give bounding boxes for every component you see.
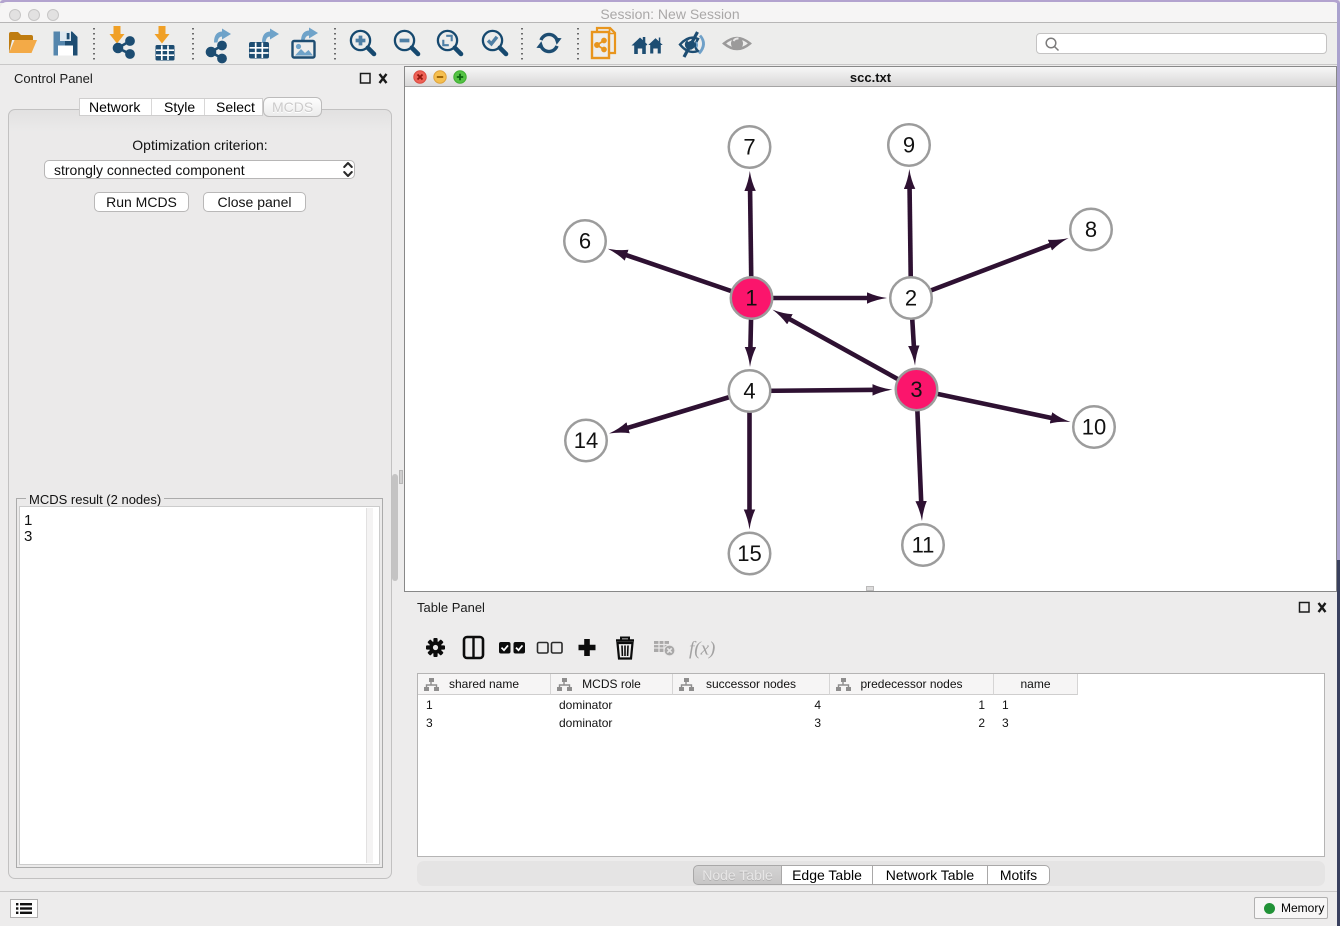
- svg-text:10: 10: [1082, 415, 1106, 440]
- svg-text:9: 9: [903, 133, 915, 158]
- svg-text:3: 3: [910, 377, 922, 402]
- svg-text:6: 6: [579, 229, 591, 254]
- svg-text:11: 11: [912, 533, 935, 558]
- svg-text:14: 14: [574, 428, 598, 453]
- svg-text:f(x): f(x): [689, 639, 715, 660]
- svg-text:2: 2: [905, 286, 917, 311]
- svg-text:4: 4: [743, 379, 755, 404]
- svg-text:8: 8: [1085, 217, 1097, 242]
- svg-text:1: 1: [745, 286, 757, 311]
- svg-text:15: 15: [737, 541, 761, 566]
- svg-text:7: 7: [743, 135, 755, 160]
